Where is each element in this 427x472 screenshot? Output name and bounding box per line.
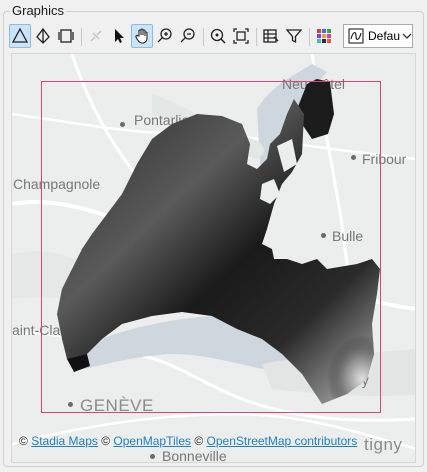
diamond-icon: [36, 27, 50, 44]
fit-extent-button[interactable]: [230, 24, 252, 48]
zoom-out-icon: [180, 28, 195, 43]
attribute-table-button[interactable]: [260, 24, 282, 48]
diamond-tool-button[interactable]: [32, 24, 54, 48]
zoom-in-button[interactable]: [154, 24, 176, 48]
attribution-text: ©: [97, 434, 114, 448]
style-select[interactable]: Defau: [343, 24, 413, 48]
graphics-toolbar: Defau: [9, 24, 419, 50]
style-select-value: Defau: [368, 29, 400, 43]
chevron-down-icon: [402, 27, 412, 45]
fit-extent-icon: [233, 28, 249, 44]
openstreetmap-link[interactable]: OpenStreetMap contributors: [207, 434, 358, 448]
zoom-to-icon: [210, 28, 226, 44]
style-icon: [347, 27, 365, 45]
disconnect-icon: [90, 30, 102, 42]
openmaptiles-link[interactable]: OpenMapTiles: [113, 434, 191, 448]
color-grid-icon: [317, 29, 331, 43]
filter-icon: [285, 29, 303, 44]
pan-tool-button[interactable]: [131, 24, 153, 48]
frame-icon: [58, 29, 74, 43]
triangle-icon: [11, 27, 29, 43]
triangle-tool-button[interactable]: [9, 24, 31, 48]
table-icon: [263, 29, 279, 43]
attribution-text: ©: [19, 434, 32, 448]
pointer-icon: [115, 29, 124, 43]
filter-button[interactable]: [283, 24, 305, 48]
select-pointer-button[interactable]: [108, 24, 130, 48]
color-palette-button[interactable]: [313, 24, 335, 48]
map-view[interactable]: Neuchâtel Pontarlier Fribour Champagnole…: [11, 53, 416, 463]
panel-title: Graphics: [10, 3, 67, 19]
zoom-to-button[interactable]: [207, 24, 229, 48]
zoom-out-button[interactable]: [177, 24, 199, 48]
frame-tool-button[interactable]: [55, 24, 77, 48]
pan-hand-icon: [135, 28, 148, 44]
disconnect-button[interactable]: [85, 24, 107, 48]
zoom-in-icon: [157, 28, 172, 43]
map-attribution: © Stadia Maps © OpenMapTiles © OpenStree…: [19, 434, 357, 448]
layer-extent-box: [41, 81, 381, 413]
attribution-text: ©: [191, 434, 207, 448]
stadia-maps-link[interactable]: Stadia Maps: [31, 434, 98, 448]
